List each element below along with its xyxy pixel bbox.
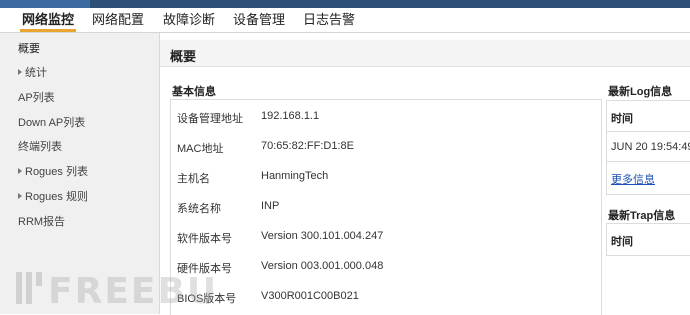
main-nav: 网络监控 网络配置 故障诊断 设备管理 日志告警 — [0, 8, 690, 33]
sidebar-item-rrm-report[interactable]: RRM报告 — [18, 213, 65, 229]
trap-time-header: 时间 — [611, 236, 633, 248]
sidebar-item-overview[interactable]: 概要 — [0, 34, 159, 58]
row-value-system-name: INP — [261, 200, 280, 212]
content-header: 概要 — [160, 40, 690, 67]
sidebar-item-statistics[interactable]: 统计 — [18, 64, 47, 80]
sidebar-item-down-ap-list[interactable]: Down AP列表 — [18, 114, 85, 130]
divider — [607, 161, 690, 162]
nav-log-alarm[interactable]: 日志告警 — [303, 8, 355, 32]
basic-info-panel: 设备管理地址 192.168.1.1 MAC地址 70:65:82:FF:D1:… — [170, 99, 602, 315]
latest-log-panel: 时间 JUN 20 19:54:49.9 更多信息 — [606, 100, 690, 195]
nav-fault-diagnosis[interactable]: 故障诊断 — [163, 8, 215, 32]
sidebar-item-rogues-list[interactable]: Rogues 列表 — [18, 163, 88, 179]
sidebar-item-label: Rogues 规则 — [25, 191, 88, 203]
caret-right-icon — [18, 69, 22, 75]
row-value-bios-version: V300R001C00B021 — [261, 290, 359, 302]
caret-right-icon — [18, 168, 22, 174]
row-label-system-name: 系统名称 — [177, 203, 221, 215]
sidebar-item-ap-list[interactable]: AP列表 — [18, 89, 55, 105]
sidebar-item-label: 统计 — [25, 67, 47, 79]
row-label-hostname: 主机名 — [177, 173, 210, 185]
sidebar-item-terminal-list[interactable]: 终端列表 — [18, 138, 62, 154]
caret-right-icon — [18, 193, 22, 199]
row-value-hostname: HanmingTech — [261, 170, 329, 182]
row-value-software-version: Version 300.101.004.247 — [261, 230, 384, 242]
nav-device-management[interactable]: 设备管理 — [233, 8, 285, 32]
banner-accent — [0, 0, 90, 8]
latest-trap-title: 最新Trap信息 — [608, 210, 676, 222]
log-time-value: JUN 20 19:54:49.9 — [611, 141, 690, 153]
sidebar: 概要 统计 AP列表 Down AP列表 终端列表 Rogues 列表 Rogu… — [0, 33, 160, 314]
row-value-hardware-version: Version 003.001.000.048 — [261, 260, 384, 272]
row-value-mgmt-address: 192.168.1.1 — [261, 110, 320, 122]
trap-table-header: 时间 — [607, 224, 690, 255]
row-value-mac: 70:65:82:FF:D1:8E — [261, 140, 354, 152]
sidebar-item-rogues-rules[interactable]: Rogues 规则 — [18, 188, 88, 204]
row-label-mgmt-address: 设备管理地址 — [177, 113, 243, 125]
log-table-header: 时间 — [607, 101, 690, 132]
more-info-link[interactable]: 更多信息 — [611, 171, 655, 187]
row-label-hardware-version: 硬件版本号 — [177, 263, 232, 275]
row-label-bios-version: BIOS版本号 — [177, 293, 237, 305]
row-label-software-version: 软件版本号 — [177, 233, 232, 245]
basic-info-title: 基本信息 — [172, 86, 216, 98]
log-time-header: 时间 — [611, 113, 633, 125]
sidebar-item-label: Rogues 列表 — [25, 166, 88, 178]
nav-network-monitor[interactable]: 网络监控 — [19, 8, 77, 32]
latest-log-title: 最新Log信息 — [608, 86, 673, 98]
page-title: 概要 — [170, 49, 197, 64]
nav-network-config[interactable]: 网络配置 — [92, 8, 144, 32]
row-label-mac: MAC地址 — [177, 143, 224, 155]
latest-trap-panel: 时间 — [606, 223, 690, 256]
